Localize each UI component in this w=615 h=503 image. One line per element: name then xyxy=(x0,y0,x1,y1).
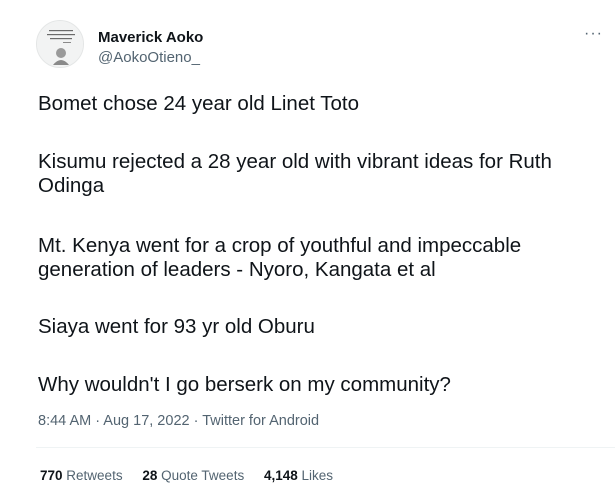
avatar[interactable] xyxy=(36,20,84,68)
tweet-metadata: 8:44 AM · Aug 17, 2022 · Twitter for And… xyxy=(38,413,319,429)
quote-tweets-stat[interactable]: 28 Quote Tweets xyxy=(142,468,244,483)
author-name[interactable]: Maverick Aoko xyxy=(98,29,203,46)
avatar-image xyxy=(37,21,83,67)
tweet-date[interactable]: Aug 17, 2022 xyxy=(103,413,189,429)
divider xyxy=(36,447,615,448)
likes-label: Likes xyxy=(301,468,334,483)
separator: · xyxy=(91,413,104,429)
tweet-source[interactable]: Twitter for Android xyxy=(202,413,319,429)
retweets-stat[interactable]: 770 Retweets xyxy=(40,468,123,483)
separator: · xyxy=(189,413,203,429)
tweet-stats: 770 Retweets 28 Quote Tweets 4,148 Likes xyxy=(40,468,349,483)
tweet-paragraph: Mt. Kenya went for a crop of youthful an… xyxy=(38,234,522,281)
tweet-card: Maverick Aoko @AokoOtieno_ ··· Bomet cho… xyxy=(0,0,615,503)
author-handle[interactable]: @AokoOtieno_ xyxy=(98,49,200,66)
more-icon[interactable]: ··· xyxy=(584,26,603,42)
retweets-label: Retweets xyxy=(66,468,123,483)
retweets-count: 770 xyxy=(40,468,63,483)
likes-count: 4,148 xyxy=(263,468,298,483)
quote-tweets-count: 28 xyxy=(142,468,158,483)
tweet-paragraph: Bomet chose 24 year old Linet Toto xyxy=(38,92,359,115)
quote-tweets-label: Quote Tweets xyxy=(161,468,245,483)
likes-stat[interactable]: 4,148 Likes xyxy=(264,468,333,483)
tweet-paragraph: Siaya went for 93 yr old Oburu xyxy=(38,315,315,338)
tweet-paragraph: Kisumu rejected a 28 year old with vibra… xyxy=(38,150,552,197)
tweet-paragraph: Why wouldn't I go berserk on my communit… xyxy=(38,373,451,396)
tweet-time[interactable]: 8:44 AM xyxy=(38,413,91,429)
